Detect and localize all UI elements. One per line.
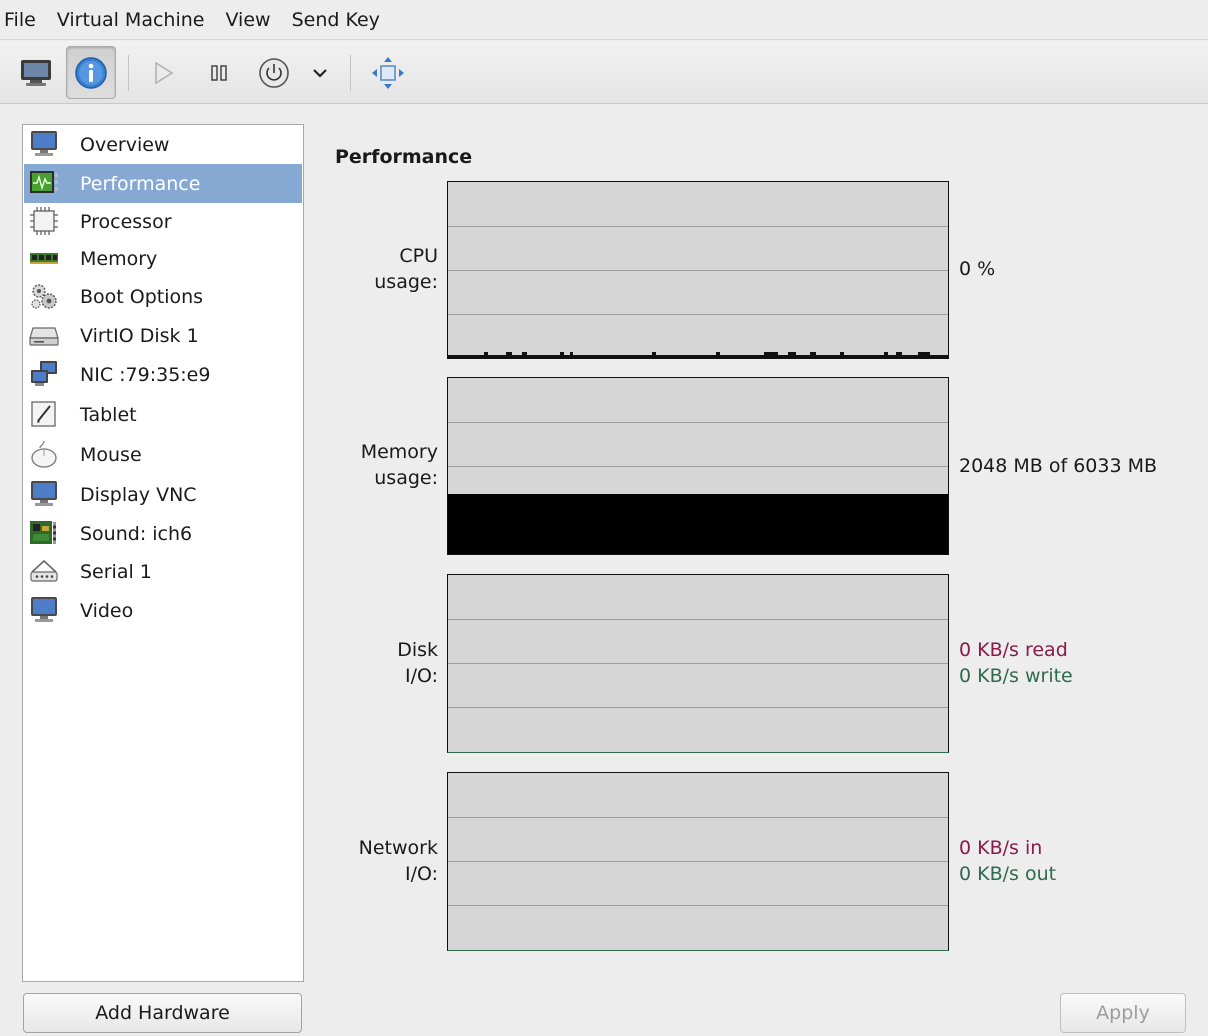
add-hardware-label: Add Hardware [95, 1002, 230, 1024]
menu-file[interactable]: File [4, 0, 47, 40]
run-button[interactable] [145, 46, 181, 99]
hard-disk-icon [29, 327, 59, 346]
hardware-item-label: Memory [80, 247, 158, 270]
hardware-item-serial-1[interactable]: Serial 1 [24, 552, 302, 591]
hardware-item-label: Boot Options [80, 285, 204, 308]
power-button[interactable] [254, 46, 294, 99]
console-view-button[interactable] [12, 46, 60, 99]
network-io-label: Network I/O: [358, 837, 438, 885]
hardware-item-label: Video [80, 599, 134, 622]
fullscreen-button[interactable] [366, 46, 410, 99]
hardware-item-memory[interactable]: Memory [24, 239, 302, 278]
disk-write-value: 0 KB/s write [959, 665, 1073, 687]
power-menu-chevron-icon [313, 68, 327, 78]
display-icon [31, 481, 57, 506]
toolbar [0, 41, 1208, 104]
hardware-item-processor[interactable]: Processor [24, 202, 302, 241]
power-icon [259, 57, 289, 88]
hardware-item-overview[interactable]: Overview [24, 125, 302, 164]
network-in-value: 0 KB/s in [959, 837, 1043, 859]
disk-io-graph [447, 574, 949, 753]
cpu-usage-graph [447, 181, 949, 359]
cpu-usage-value: 0 % [959, 258, 996, 280]
hardware-item-virtio-disk-1[interactable]: VirtIO Disk 1 [24, 316, 302, 355]
monitor-icon [31, 131, 57, 156]
details-view-button[interactable] [66, 46, 116, 99]
apply-label: Apply [1096, 1002, 1150, 1024]
disk-read-value: 0 KB/s read [959, 639, 1068, 661]
gears-icon [31, 284, 57, 309]
cpu-usage-label: CPU usage: [374, 245, 438, 293]
memory-usage-fill [448, 494, 948, 554]
pause-icon [211, 64, 227, 81]
hardware-item-label: Mouse [80, 443, 142, 466]
menu-bar: File Virtual Machine View Send Key [0, 0, 1208, 40]
network-icon [31, 361, 57, 386]
hardware-item-label: NIC :79:35:e9 [80, 363, 211, 386]
network-io-graph [447, 772, 949, 951]
hardware-item-label: Sound: ich6 [80, 522, 193, 545]
details-view-icon [75, 56, 107, 89]
fullscreen-icon [372, 56, 404, 89]
memory-usage-graph [447, 377, 949, 555]
hardware-item-label: Overview [80, 133, 170, 156]
memory-usage-value: 2048 MB of 6033 MB [959, 455, 1158, 477]
hardware-item-tablet[interactable]: Tablet [24, 395, 302, 434]
hardware-item-performance[interactable]: Performance [24, 164, 302, 203]
mouse-icon [31, 440, 57, 468]
hardware-item-nic[interactable]: NIC :79:35:e9 [24, 355, 302, 394]
menu-send-key[interactable]: Send Key [292, 0, 391, 40]
hardware-item-sound[interactable]: Sound: ich6 [24, 514, 302, 553]
serial-port-icon [30, 559, 58, 582]
console-view-icon [21, 59, 51, 86]
memory-usage-label: Memory usage: [360, 441, 438, 489]
performance-chart-icon [30, 171, 58, 193]
hardware-item-mouse[interactable]: Mouse [24, 435, 302, 474]
hardware-item-label: Tablet [80, 403, 137, 426]
hardware-item-video[interactable]: Video [24, 591, 302, 630]
hardware-item-label: Serial 1 [80, 560, 152, 583]
sound-card-icon [30, 521, 57, 544]
run-icon [155, 61, 174, 84]
tablet-icon [31, 401, 56, 427]
hardware-item-label: VirtIO Disk 1 [80, 324, 199, 347]
cpu-chip-icon [30, 207, 58, 235]
hardware-item-label: Display VNC [80, 483, 197, 506]
hardware-item-boot-options[interactable]: Boot Options [24, 277, 302, 316]
hardware-item-display-vnc[interactable]: Display VNC [24, 475, 302, 514]
power-menu-button[interactable] [306, 46, 334, 99]
page-title: Performance [335, 146, 473, 168]
add-hardware-button[interactable]: Add Hardware [23, 993, 302, 1033]
network-out-value: 0 KB/s out [959, 863, 1057, 885]
hardware-item-label: Processor [80, 210, 172, 233]
video-icon [31, 597, 57, 622]
hardware-item-label: Performance [80, 172, 201, 195]
hardware-list: Overview Performance Processor Memory Bo… [22, 124, 304, 982]
menu-virtual-machine[interactable]: Virtual Machine [57, 0, 216, 40]
disk-io-label: Disk I/O: [397, 639, 438, 687]
memory-module-icon [30, 253, 58, 264]
pause-button[interactable] [201, 46, 237, 99]
menu-view[interactable]: View [225, 0, 281, 40]
apply-button[interactable]: Apply [1060, 993, 1186, 1033]
